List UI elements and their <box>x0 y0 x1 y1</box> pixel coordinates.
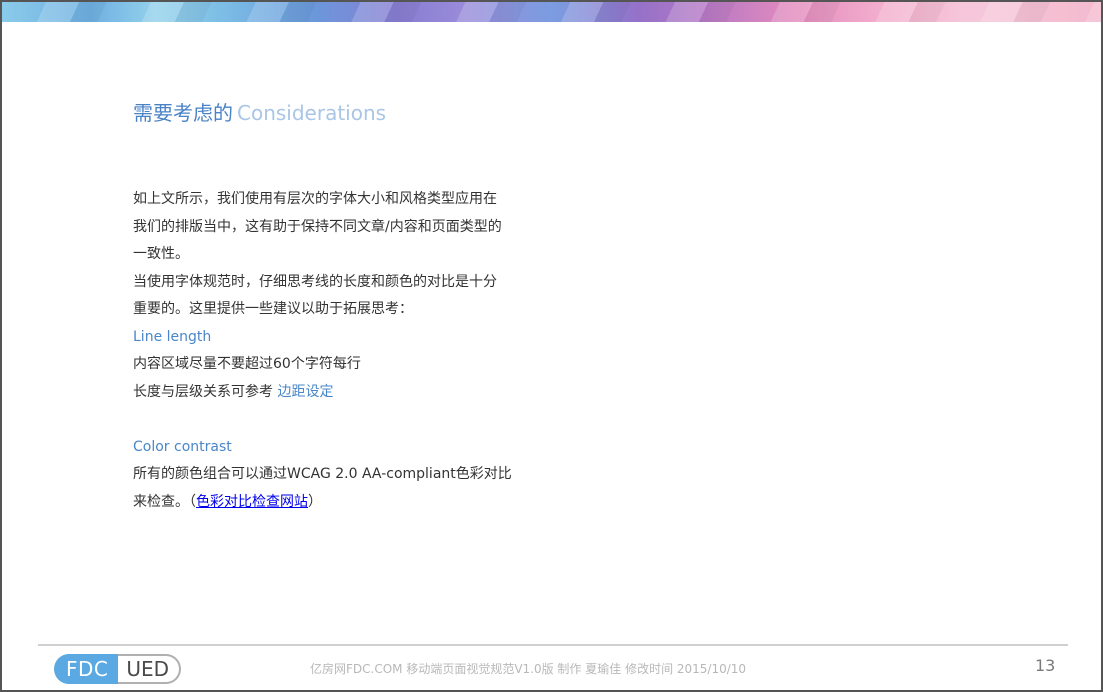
logo-fdc: FDC <box>54 654 119 684</box>
para2-line1: 当使用字体规范时，仔细思考线的长度和颜色的对比是十分 <box>133 273 497 290</box>
para1-line2: 我们的排版当中，这有助于保持不同文章/内容和页面类型的 <box>133 218 502 235</box>
top-banner <box>2 2 1101 22</box>
margin-settings-link[interactable]: 边距设定 <box>277 384 333 400</box>
color-contrast-line1: 所有的颜色组合可以通过WCAG 2.0 AA-compliant色彩对比 <box>133 466 512 482</box>
para1-line3: 一致性。 <box>133 246 189 262</box>
line-length-ref-prefix: 长度与层级关系可参考 <box>133 383 273 400</box>
fdc-ued-logo: FDC UED <box>54 654 182 684</box>
color-contrast-line2: 来检查。（色彩对比检查网站） <box>133 489 573 517</box>
para1-line1: 如上文所示，我们使用有层次的字体大小和风格类型应用在 <box>133 191 497 207</box>
para2-line2: 重要的。这里提供一些建议以助于拓展思考： <box>133 301 413 317</box>
line-length-heading: Line length <box>133 328 212 345</box>
footer-text: 亿房网FDC.COM 移动端页面视觉规范V1.0版 制作 夏瑜佳 修改时间 20… <box>310 662 747 676</box>
title-en: Considerations <box>237 101 387 125</box>
line-length-ref: 长度与层级关系可参考 边距设定 <box>133 379 573 407</box>
line-length-text: 内容区域尽量不要超过60个字符每行 <box>133 356 361 372</box>
slide-frame: 需要考虑的 Considerations 如上文所示，我们使用有层次的字体大小和风… <box>0 0 1103 692</box>
color-contrast-prefix: 来检查。（ <box>133 493 196 510</box>
footer-divider <box>38 644 1068 646</box>
contrast-checker-link[interactable]: 色彩对比检查网站 <box>196 494 308 510</box>
color-contrast-heading: Color contrast <box>133 438 232 455</box>
title-cn: 需要考虑的 <box>133 101 233 125</box>
color-contrast-suffix: ） <box>308 493 322 510</box>
page-title: 需要考虑的 Considerations <box>133 97 386 126</box>
page-number: 13 <box>1035 656 1056 675</box>
logo-ued: UED <box>118 654 182 684</box>
content-body: 如上文所示，我们使用有层次的字体大小和风格类型应用在 我们的排版当中，这有助于保… <box>133 186 573 516</box>
